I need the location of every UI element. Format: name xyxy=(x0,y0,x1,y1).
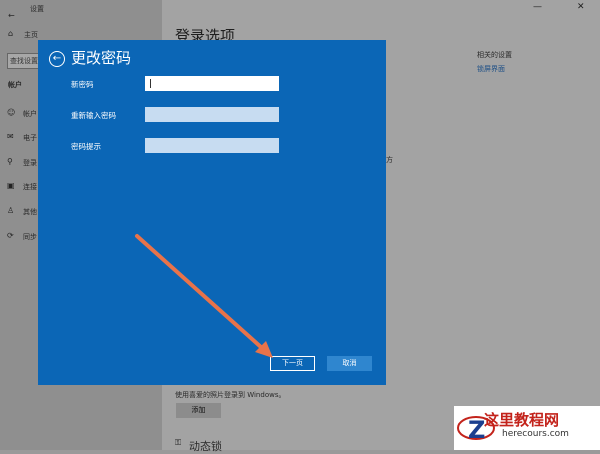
watermark-text-en: herecours.com xyxy=(502,429,569,439)
annotation-arrow-icon xyxy=(135,234,273,358)
watermark-text-cn: 这里教程网 xyxy=(484,411,560,429)
svg-text:Z: Z xyxy=(468,416,485,444)
